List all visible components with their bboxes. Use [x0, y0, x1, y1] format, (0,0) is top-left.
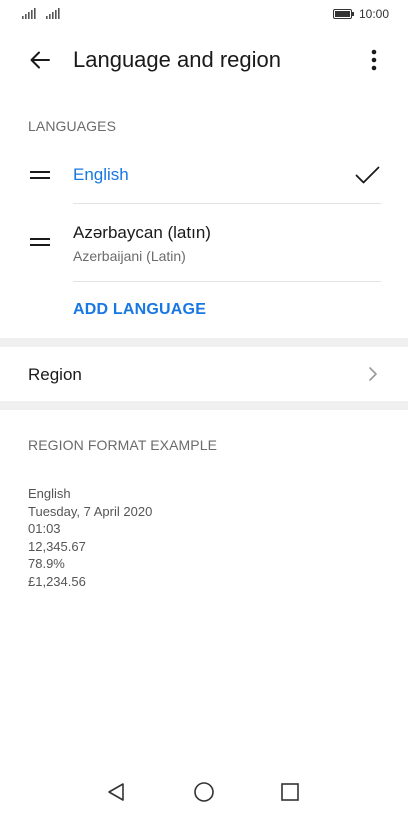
back-button[interactable] [26, 46, 54, 74]
language-item-english[interactable]: English [0, 150, 408, 204]
section-divider [0, 338, 408, 347]
region-row[interactable]: Region [0, 347, 408, 401]
languages-section-label: LANGUAGES [28, 118, 117, 134]
back-arrow-icon [30, 51, 50, 69]
section-divider [0, 401, 408, 410]
format-example-section-label: REGION FORMAT EXAMPLE [28, 437, 218, 453]
nav-recents-icon[interactable] [278, 780, 302, 804]
add-language-button[interactable]: ADD LANGUAGE [73, 301, 206, 319]
divider [73, 281, 381, 282]
more-options-button[interactable] [362, 44, 386, 76]
signal-icon [46, 8, 60, 19]
language-subtitle: Azerbaijani (Latin) [73, 248, 186, 264]
format-example-date: Tuesday, 7 April 2020 [28, 503, 153, 519]
more-vert-icon [371, 49, 377, 71]
signal-icon [22, 8, 36, 19]
nav-back-icon[interactable] [104, 780, 128, 804]
region-label: Region [28, 365, 82, 384]
nav-home-icon[interactable] [192, 780, 216, 804]
battery-icon [333, 9, 354, 19]
check-icon [355, 166, 380, 184]
app-bar: Language and region [0, 30, 408, 90]
language-item-azerbaijani[interactable]: Azərbaycan (latın) Azerbaijani (Latin) [0, 204, 408, 281]
drag-handle-icon[interactable] [30, 238, 50, 246]
page-title: Language and region [73, 47, 281, 72]
format-example-number: 12,345.67 [28, 538, 86, 554]
navigation-bar [0, 770, 408, 816]
format-example-currency: £1,234.56 [28, 573, 86, 589]
format-example-time: 01:03 [28, 521, 61, 536]
format-example-language: English [28, 486, 71, 501]
format-example-percent: 78.9% [28, 556, 65, 571]
drag-handle-icon[interactable] [30, 171, 50, 179]
status-bar: 10:00 [0, 0, 408, 30]
language-name: English [73, 165, 129, 184]
format-example-list: English Tuesday, 7 April 2020 01:03 12,3… [28, 485, 152, 590]
status-time: 10:00 [359, 7, 390, 21]
language-name: Azərbaycan (latın) [73, 223, 211, 242]
chevron-right-icon [369, 367, 377, 381]
